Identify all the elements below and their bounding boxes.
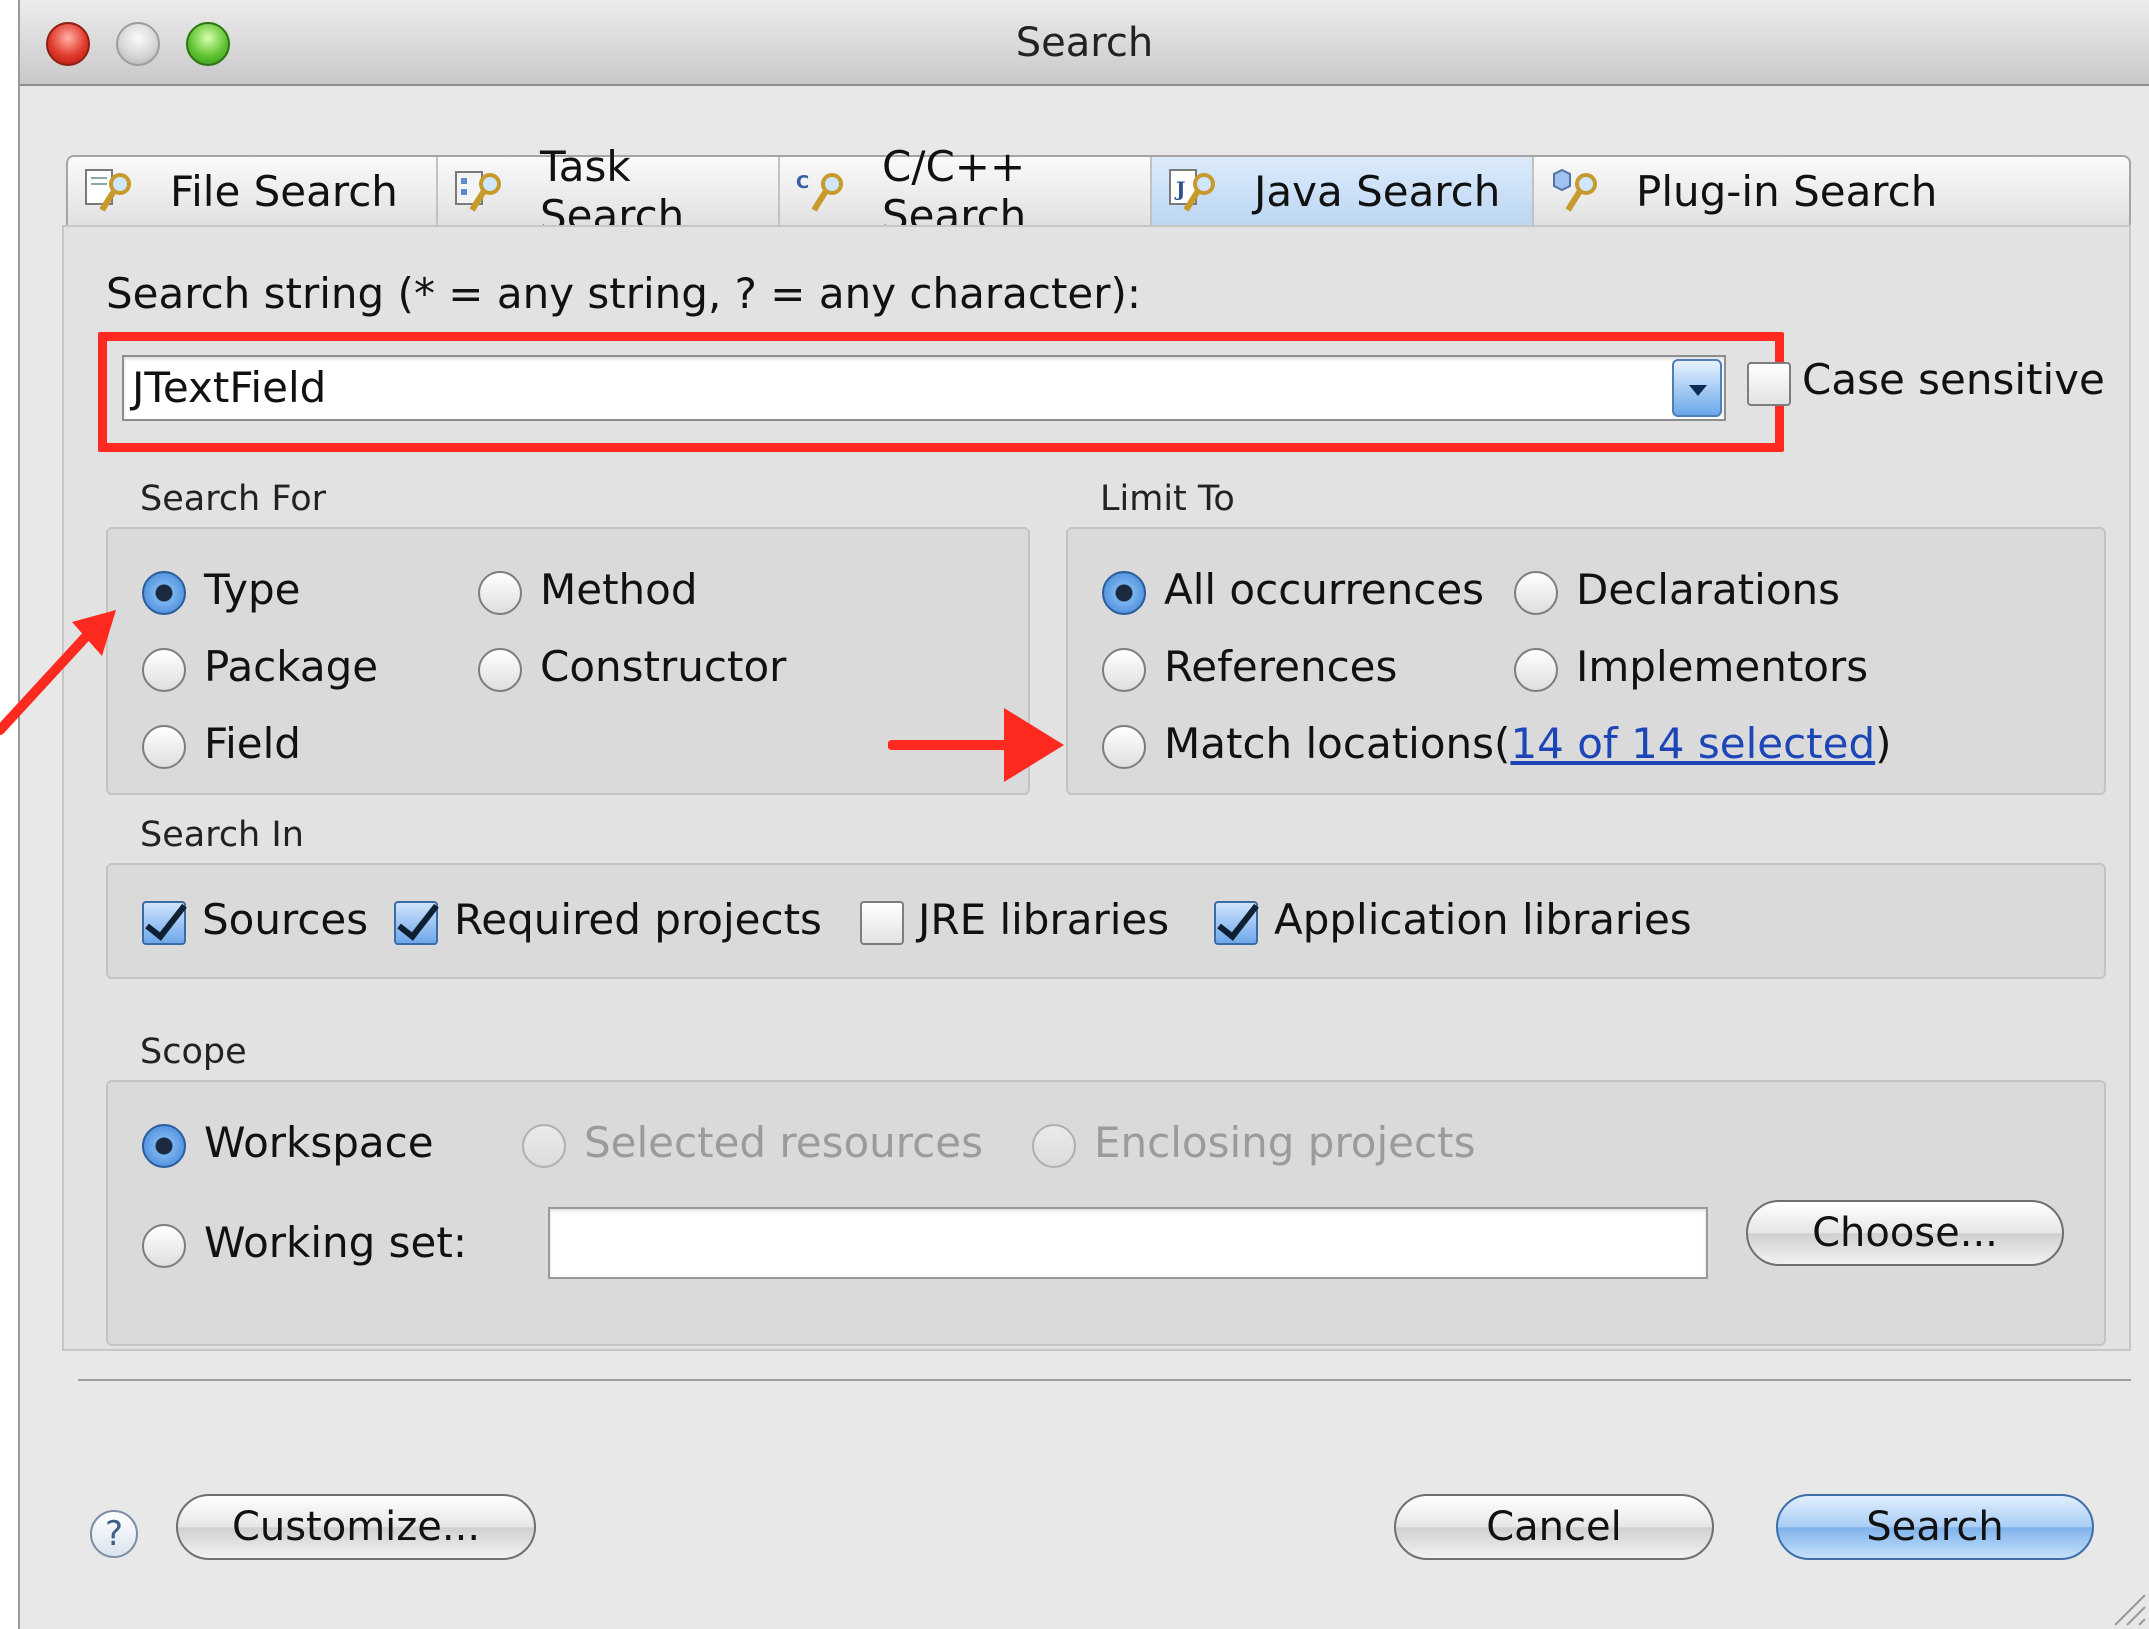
- radio-declarations[interactable]: [1514, 571, 1558, 615]
- radio-method-label: Method: [540, 565, 698, 614]
- radio-match-locations-label: Match locations: [1164, 719, 1495, 768]
- checkbox-required-projects[interactable]: [394, 901, 438, 945]
- java-search-icon: J: [1169, 169, 1215, 212]
- radio-references[interactable]: [1102, 648, 1146, 692]
- radio-enclosing-projects[interactable]: [1032, 1124, 1076, 1168]
- resize-grip-icon[interactable]: [2107, 1587, 2147, 1627]
- radio-selected-resources-label: Selected resources: [584, 1118, 983, 1167]
- radio-method[interactable]: [478, 571, 522, 615]
- case-sensitive-checkbox[interactable]: [1747, 362, 1791, 406]
- customize-button[interactable]: Customize...: [176, 1494, 536, 1560]
- radio-references-label: References: [1164, 642, 1398, 691]
- title-bar: Search: [20, 0, 2149, 86]
- radio-implementors-label: Implementors: [1576, 642, 1869, 691]
- paren-close: ): [1875, 719, 1892, 768]
- window-title: Search: [1015, 20, 1154, 66]
- limit-to-group: All occurrences Declarations References …: [1066, 527, 2106, 795]
- choose-button[interactable]: Choose...: [1746, 1200, 2064, 1266]
- task-search-icon: [455, 171, 501, 212]
- case-sensitive-label: Case sensitive: [1802, 355, 2105, 404]
- footer-separator: [78, 1379, 2131, 1381]
- search-string-label: Search string (* = any string, ? = any c…: [106, 269, 1142, 318]
- working-set-input[interactable]: [548, 1207, 1708, 1279]
- tab-java-search[interactable]: J Java Search: [1152, 157, 1534, 225]
- plugin-search-icon: [1553, 168, 1597, 212]
- search-in-group: Sources Required projects JRE libraries …: [106, 863, 2106, 979]
- radio-enclosing-projects-label: Enclosing projects: [1094, 1118, 1476, 1167]
- radio-field-label: Field: [204, 719, 301, 768]
- search-button[interactable]: Search: [1776, 1494, 2094, 1560]
- file-search-icon: [85, 169, 131, 212]
- radio-working-set[interactable]: [142, 1224, 186, 1268]
- svg-text:J: J: [1174, 177, 1185, 201]
- tab-label: Java Search: [1254, 166, 1501, 216]
- radio-match-locations[interactable]: [1102, 725, 1146, 769]
- radio-all-occurrences-label: All occurrences: [1164, 565, 1485, 614]
- radio-working-set-label: Working set:: [204, 1218, 467, 1267]
- svg-text:C: C: [796, 172, 809, 193]
- radio-selected-resources[interactable]: [522, 1124, 566, 1168]
- search-string-combo[interactable]: JTextField: [122, 355, 1726, 421]
- checkbox-jre-libraries[interactable]: [860, 901, 904, 945]
- checkbox-jre-libraries-label: JRE libraries: [918, 895, 1170, 944]
- tab-bar: File Search Task Search C C/C++ Search J…: [66, 142, 2131, 240]
- tab-task-search[interactable]: Task Search: [438, 142, 780, 240]
- search-for-group: Type Method Package Constructor Field: [106, 527, 1030, 795]
- tab-plugin-search[interactable]: Plug-in Search: [1534, 157, 2129, 225]
- radio-all-occurrences[interactable]: [1102, 571, 1146, 615]
- match-locations-row: Match locations(14 of 14 selected): [1164, 719, 1892, 768]
- radio-field[interactable]: [142, 725, 186, 769]
- search-string-value: JTextField: [132, 363, 327, 412]
- search-in-title: Search In: [140, 815, 304, 855]
- checkbox-application-libraries[interactable]: [1214, 901, 1258, 945]
- tab-label: Plug-in Search: [1636, 166, 1938, 216]
- checkbox-sources[interactable]: [142, 901, 186, 945]
- java-search-panel: Search string (* = any string, ? = any c…: [62, 225, 2131, 1351]
- help-icon[interactable]: ?: [90, 1510, 138, 1558]
- search-dialog: Search File Search Task Search C C/C++ S…: [18, 0, 2149, 1629]
- checkbox-sources-label: Sources: [202, 895, 369, 944]
- radio-package[interactable]: [142, 648, 186, 692]
- radio-workspace[interactable]: [142, 1124, 186, 1168]
- limit-to-title: Limit To: [1100, 479, 1235, 519]
- radio-workspace-label: Workspace: [204, 1118, 434, 1167]
- c-cpp-search-icon: C: [796, 172, 843, 212]
- radio-type[interactable]: [142, 571, 186, 615]
- tab-label: File Search: [170, 166, 398, 216]
- match-locations-link[interactable]: 14 of 14 selected: [1510, 719, 1875, 768]
- checkbox-required-projects-label: Required projects: [454, 895, 822, 944]
- tab-file-search[interactable]: File Search: [68, 157, 438, 225]
- radio-package-label: Package: [204, 642, 379, 691]
- radio-constructor-label: Constructor: [540, 642, 787, 691]
- cancel-button[interactable]: Cancel: [1394, 1494, 1714, 1560]
- scope-title: Scope: [140, 1032, 247, 1072]
- radio-type-label: Type: [204, 565, 301, 614]
- radio-constructor[interactable]: [478, 648, 522, 692]
- tab-c-cpp-search[interactable]: C C/C++ Search: [780, 142, 1152, 240]
- radio-implementors[interactable]: [1514, 648, 1558, 692]
- radio-declarations-label: Declarations: [1576, 565, 1841, 614]
- checkbox-application-libraries-label: Application libraries: [1274, 895, 1692, 944]
- combo-dropdown-button[interactable]: [1672, 359, 1722, 417]
- search-for-title: Search For: [140, 479, 327, 519]
- paren-open: (: [1494, 719, 1511, 768]
